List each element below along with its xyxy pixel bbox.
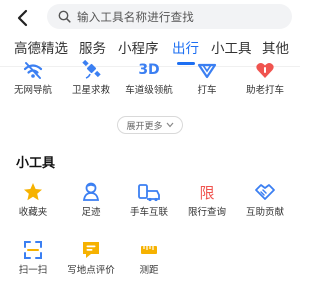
restriction-icon: 限 [199,183,215,202]
grid-item-lane-nav[interactable]: 3D 车道级领航 [119,58,179,97]
section-separator [0,142,300,148]
star-icon [24,183,42,201]
chevron-down-icon [166,122,174,128]
grid-item-label: 手车互联 [129,207,168,218]
footprint-icon [82,182,100,201]
top-bar: 输入工具名称进行查找 [0,0,300,34]
search-input[interactable]: 输入工具名称进行查找 [47,4,292,29]
tab-services[interactable]: 服务 [79,40,106,58]
expand-more-label: 展开更多 [126,121,163,132]
tab-travel[interactable]: 出行 [172,40,199,58]
grid-item-taxi[interactable]: 打车 [177,58,237,97]
car-connect-icon [138,184,160,202]
ruler-icon [141,246,157,254]
grid-item-mutual-help[interactable]: 互助贡献 [235,180,295,219]
chevron-left-icon [17,9,28,27]
grid-item-label: 卫星求救 [71,85,110,96]
grid-item-scan[interactable]: 扫一扫 [3,238,63,277]
grid-item-label: 车道级领航 [125,85,173,96]
grid-item-label: 限行查询 [187,207,226,218]
grid-item-label: 收藏夹 [18,207,48,218]
section-title: 小工具 [16,156,56,171]
tab-other[interactable]: 其他 [262,40,289,58]
wifi-off-icon [23,62,43,79]
grid-item-satellite-sos[interactable]: 卫星求救 [61,58,121,97]
taxi-arrow-icon [197,63,217,79]
grid-item-label: 打车 [197,85,217,96]
handshake-icon [255,184,275,200]
grid-item-favorites[interactable]: 收藏夹 [3,180,63,219]
grid-item-offline-nav[interactable]: 无网导航 [3,58,63,97]
search-placeholder: 输入工具名称进行查找 [77,9,194,24]
expand-more-button[interactable]: 展开更多 [117,116,183,134]
grid-item-car-connect[interactable]: 手车互联 [119,180,179,219]
grid-item-elderly-taxi[interactable]: 助老打车 [235,58,295,97]
tab-featured[interactable]: 高德精选 [14,40,68,58]
tab-mini-programs[interactable]: 小程序 [118,40,159,58]
grid-item-label: 写地点评价 [67,265,115,276]
grid-item-label: 扫一扫 [18,265,48,276]
back-button[interactable] [12,7,34,29]
heart-icon [256,63,274,78]
grid-item-measure[interactable]: 测距 [119,238,179,277]
grid-item-restriction[interactable]: 限 限行查询 [177,180,237,219]
satellite-icon [82,59,101,79]
scan-icon [24,241,42,259]
grid-item-footprint[interactable]: 足迹 [61,180,121,219]
search-icon [58,10,71,23]
grid-item-review[interactable]: 写地点评价 [61,238,121,277]
review-icon [83,242,99,258]
grid-item-label: 助老打车 [245,85,284,96]
tab-tools[interactable]: 小工具 [211,40,252,58]
grid-item-label: 测距 [139,265,159,276]
grid-item-label: 无网导航 [13,85,52,96]
3d-icon: 3D [138,62,160,78]
grid-item-label: 互助贡献 [245,207,284,218]
grid-item-label: 足迹 [81,207,101,218]
